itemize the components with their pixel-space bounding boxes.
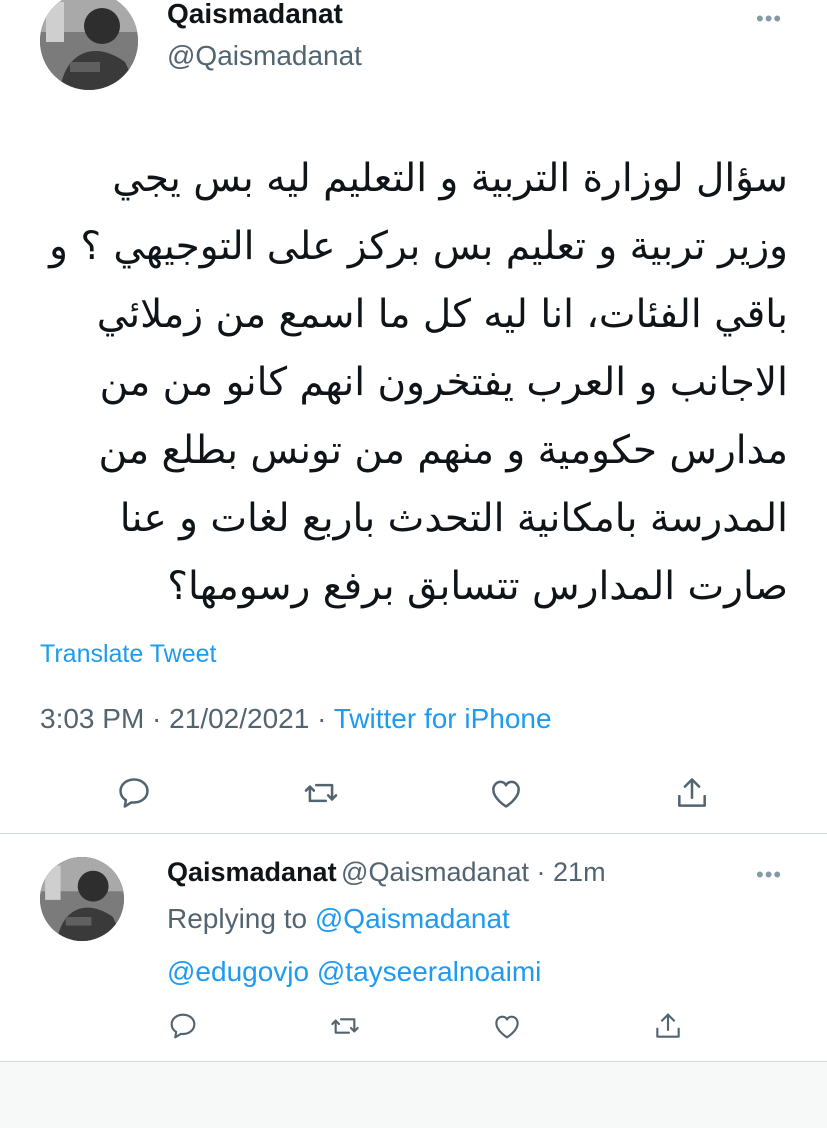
reply-icon[interactable] — [115, 774, 153, 812]
replying-to-mention[interactable]: @Qaismadanat — [315, 903, 510, 934]
avatar[interactable] — [40, 0, 138, 90]
replying-to-line: Replying to @Qaismadanat — [167, 903, 510, 935]
tweet-metadata: 3:03 PM · 21/02/2021 · Twitter for iPhon… — [40, 703, 552, 735]
translate-tweet-link[interactable]: Translate Tweet — [40, 640, 216, 669]
reply-icon[interactable] — [167, 1010, 199, 1042]
like-icon[interactable] — [491, 1010, 523, 1042]
mention-link[interactable]: @tayseeralnoaimi — [317, 956, 542, 987]
reply-body: @edugovjo @tayseeralnoaimi — [167, 956, 541, 988]
reply-dot-separator: · — [529, 857, 554, 887]
tweet-source-link[interactable]: Twitter for iPhone — [334, 703, 552, 734]
reply-header: Qaismadanat @Qaismadanat · 21m — [167, 857, 606, 888]
replying-to-label: Replying to — [167, 903, 315, 934]
tweet-text-line: باقي الفئات، انا ليه كل ما اسمع من زملائ… — [96, 292, 788, 337]
tweet-text-line: مدارس حكومية و منهم من تونس بطلع من — [98, 428, 788, 473]
tweet-time: 3:03 PM — [40, 703, 145, 734]
author-display-name[interactable]: Qaismadanat — [167, 0, 343, 30]
tweet-body: سؤال لوزارة التربية و التعليم ليه بس يجي… — [40, 145, 788, 621]
reply-more-options-icon[interactable]: ••• — [756, 862, 782, 888]
share-icon[interactable] — [652, 1010, 684, 1042]
tweet-divider — [0, 833, 827, 834]
reply-author-handle[interactable]: @Qaismadanat — [341, 857, 529, 887]
mention-link[interactable]: @edugovjo — [167, 956, 309, 987]
avatar-photo — [40, 0, 138, 90]
more-options-icon[interactable]: ••• — [756, 6, 782, 32]
tweet-text-line: الاجانب و العرب يفتخرون انهم كانو من من — [99, 360, 788, 405]
like-icon[interactable] — [487, 774, 525, 812]
author-handle[interactable]: @Qaismadanat — [167, 40, 362, 72]
reply-author-display-name[interactable]: Qaismadanat — [167, 857, 337, 887]
tweet-text-line: سؤال لوزارة التربية و التعليم ليه بس يجي — [112, 156, 788, 201]
share-icon[interactable] — [673, 774, 711, 812]
avatar-photo — [40, 857, 124, 941]
retweet-icon[interactable] — [302, 774, 340, 812]
reply-age: 21m — [553, 857, 606, 887]
reply-avatar[interactable] — [40, 857, 124, 941]
tweet-text-line: المدرسة بامكانية التحدث باربع لغات و عنا — [119, 496, 788, 541]
meta-separator: · — [309, 703, 334, 734]
timeline-footer-area — [0, 1062, 827, 1128]
meta-separator: · — [144, 703, 170, 734]
retweet-icon[interactable] — [329, 1010, 361, 1042]
tweet-date: 21/02/2021 — [169, 703, 310, 734]
tweet-text-line: صارت المدارس تتسابق برفع رسومها؟ — [167, 564, 788, 609]
tweet-text-line: وزير تربية و تعليم بس بركز على التوجيهي … — [49, 224, 788, 269]
